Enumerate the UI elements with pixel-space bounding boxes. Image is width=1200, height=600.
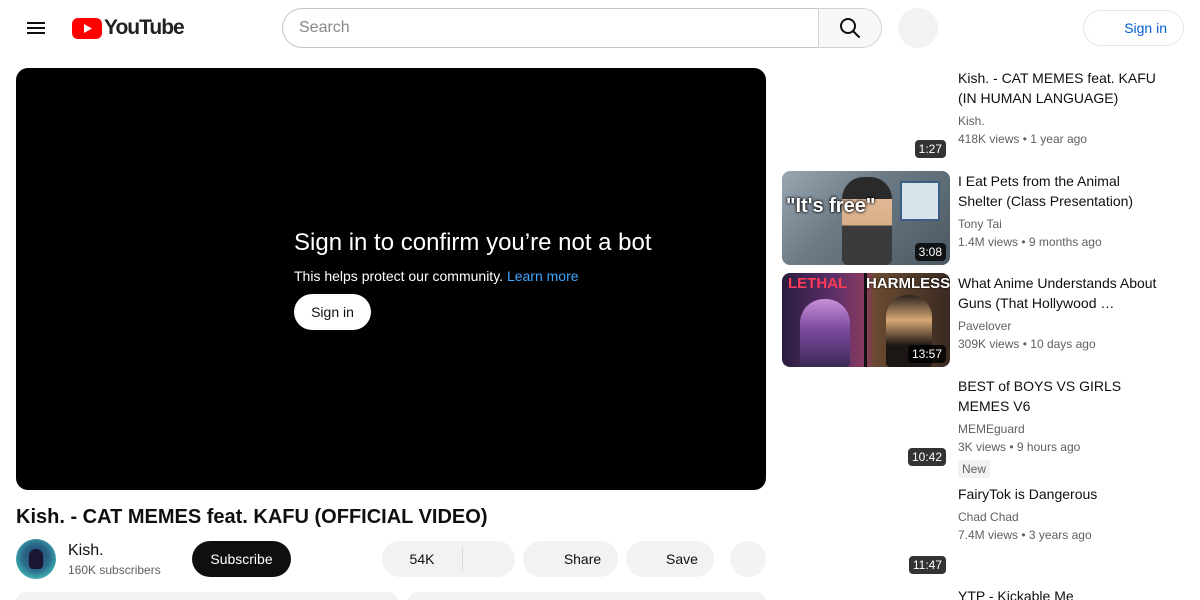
description-panel[interactable] <box>16 592 398 600</box>
header-signin-button[interactable]: Sign in <box>1083 10 1184 46</box>
meta-separator: • <box>1021 528 1026 542</box>
recommendation-channel[interactable]: Tony Tai <box>958 215 1162 233</box>
new-badge: New <box>958 460 991 478</box>
recommendation-title[interactable]: Kish. - CAT MEMES feat. KAFU (IN HUMAN L… <box>958 68 1162 108</box>
player-signin-button[interactable]: Sign in <box>294 294 371 330</box>
bot-check-message: Sign in to confirm you’re not a bot This… <box>294 228 652 330</box>
player-signin-label: Sign in <box>311 304 354 320</box>
recommendation-title[interactable]: I Eat Pets from the Animal Shelter (Clas… <box>958 171 1162 211</box>
learn-more-link[interactable]: Learn more <box>507 268 579 284</box>
search-input[interactable] <box>299 19 819 37</box>
recommendation-channel[interactable]: Chad Chad <box>958 508 1162 526</box>
share-label: Share <box>563 551 602 567</box>
upload-age: 3 years ago <box>1028 528 1092 542</box>
recommendation-channel[interactable]: MEMEguard <box>958 420 1162 438</box>
video-title: Kish. - CAT MEMES feat. KAFU (OFFICIAL V… <box>16 506 488 528</box>
recommendation-meta: 3K views • 9 hours ago <box>958 438 1162 456</box>
recommendation-title[interactable]: FairyTok is Dangerous <box>958 484 1162 504</box>
subscriber-count: 160K subscribers <box>68 563 161 577</box>
duration-badge: 10:42 <box>907 448 946 466</box>
thumbnail-caption-right: HARMLESS <box>866 275 950 292</box>
like-button[interactable]: 54K <box>382 547 463 571</box>
comments-panel[interactable] <box>408 592 766 600</box>
duration-badge: 13:57 <box>907 345 946 363</box>
bot-check-subtitle: This helps protect our community. Learn … <box>294 266 652 286</box>
masthead: YouTube Sign in <box>0 0 1200 56</box>
recommendation-info: What Anime Understands About Guns (That … <box>958 273 1162 353</box>
recommendation-meta: 418K views • 1 year ago <box>958 130 1162 148</box>
recommendation-item[interactable]: 1:27 Kish. - CAT MEMES feat. KAFU (IN HU… <box>782 68 1184 162</box>
recommendation-item[interactable]: 10:42 BEST of BOYS VS GIRLS MEMES V6 MEM… <box>782 376 1184 478</box>
recommendation-thumbnail[interactable]: "It's free" 3:08 <box>782 171 950 265</box>
search-button[interactable] <box>818 8 882 48</box>
like-dislike-group: 54K <box>382 541 515 577</box>
recommendation-channel[interactable]: Kish. <box>958 112 1162 130</box>
voice-search-button[interactable] <box>898 8 938 48</box>
recommendation-info: YTP - Kickable Me <box>958 586 1162 600</box>
recommendation-info: Kish. - CAT MEMES feat. KAFU (IN HUMAN L… <box>958 68 1162 148</box>
subscribe-button[interactable]: Subscribe <box>192 541 291 577</box>
youtube-play-icon <box>72 17 102 39</box>
recommendation-meta: 7.4M views • 3 years ago <box>958 526 1162 544</box>
share-button[interactable]: Share <box>523 541 618 577</box>
recommendation-meta: 309K views • 10 days ago <box>958 335 1162 353</box>
recommendation-thumbnail[interactable]: 11:47 <box>782 484 950 578</box>
recommendation-channel[interactable]: Pavelover <box>958 317 1162 335</box>
view-count: 3K views <box>958 440 1007 454</box>
meta-separator: • <box>1021 235 1026 249</box>
recommendation-item[interactable]: LETHAL HARMLESS 13:57 What Anime Underst… <box>782 273 1184 367</box>
header-signin-label: Sign in <box>1124 20 1167 36</box>
recommendation-thumbnail[interactable]: 10:42 <box>782 376 950 470</box>
guide-menu-button[interactable] <box>16 8 56 48</box>
upload-age: 9 hours ago <box>1016 440 1081 454</box>
recommendation-item[interactable]: YTP - Kickable Me <box>782 586 1184 600</box>
save-label: Save <box>666 551 698 567</box>
meta-separator: • <box>1022 132 1027 146</box>
video-player[interactable]: Sign in to confirm you’re not a bot This… <box>16 68 766 490</box>
recommendation-thumbnail[interactable]: LETHAL HARMLESS 13:57 <box>782 273 950 367</box>
meta-separator: • <box>1009 440 1014 454</box>
bot-check-title: Sign in to confirm you’re not a bot <box>294 229 652 256</box>
upload-age: 9 months ago <box>1028 235 1102 249</box>
thumbnail-figure-left <box>800 299 850 367</box>
channel-avatar[interactable] <box>16 539 56 579</box>
recommendation-info: I Eat Pets from the Animal Shelter (Clas… <box>958 171 1162 251</box>
recommendation-meta: 1.4M views • 9 months ago <box>958 233 1162 251</box>
bot-check-subtitle-text: This helps protect our community. <box>294 268 504 284</box>
view-count: 7.4M views <box>958 528 1019 542</box>
save-button[interactable]: Save <box>626 541 714 577</box>
thumbnail-caption-left: LETHAL <box>788 275 848 292</box>
recommendation-info: FairyTok is Dangerous Chad Chad 7.4M vie… <box>958 484 1162 544</box>
thumbnail-poster <box>900 181 940 221</box>
search-icon <box>840 18 860 38</box>
subscribe-label: Subscribe <box>210 551 273 567</box>
thumbnail-person <box>842 177 892 265</box>
channel-name[interactable]: Kish. <box>68 540 104 562</box>
hamburger-icon <box>27 22 45 34</box>
duration-badge: 3:08 <box>914 243 946 261</box>
upload-age: 1 year ago <box>1030 132 1087 146</box>
youtube-logo[interactable]: YouTube <box>72 16 185 39</box>
recommendation-title[interactable]: BEST of BOYS VS GIRLS MEMES V6 <box>958 376 1162 416</box>
recommendation-item[interactable]: "It's free" 3:08 I Eat Pets from the Ani… <box>782 171 1184 265</box>
recommendation-info: BEST of BOYS VS GIRLS MEMES V6 MEMEguard… <box>958 376 1162 478</box>
recommendation-title[interactable]: YTP - Kickable Me <box>958 586 1162 600</box>
recommendation-item[interactable]: 11:47 FairyTok is Dangerous Chad Chad 7.… <box>782 484 1184 578</box>
logo-text: YouTube <box>104 16 185 39</box>
view-count: 309K views <box>958 337 1020 351</box>
upload-age: 10 days ago <box>1030 337 1096 351</box>
dislike-button[interactable] <box>463 541 515 577</box>
duration-badge: 1:27 <box>914 140 946 158</box>
duration-badge: 11:47 <box>908 556 946 574</box>
meta-separator: • <box>1022 337 1027 351</box>
view-count: 418K views <box>958 132 1020 146</box>
search-box[interactable] <box>282 8 819 48</box>
like-count: 54K <box>409 551 435 567</box>
thumbnail-caption: "It's free" <box>786 195 876 217</box>
recommendation-thumbnail[interactable]: 1:27 <box>782 68 950 162</box>
view-count: 1.4M views <box>958 235 1019 249</box>
more-actions-button[interactable] <box>730 541 766 577</box>
recommendation-title[interactable]: What Anime Understands About Guns (That … <box>958 273 1162 313</box>
